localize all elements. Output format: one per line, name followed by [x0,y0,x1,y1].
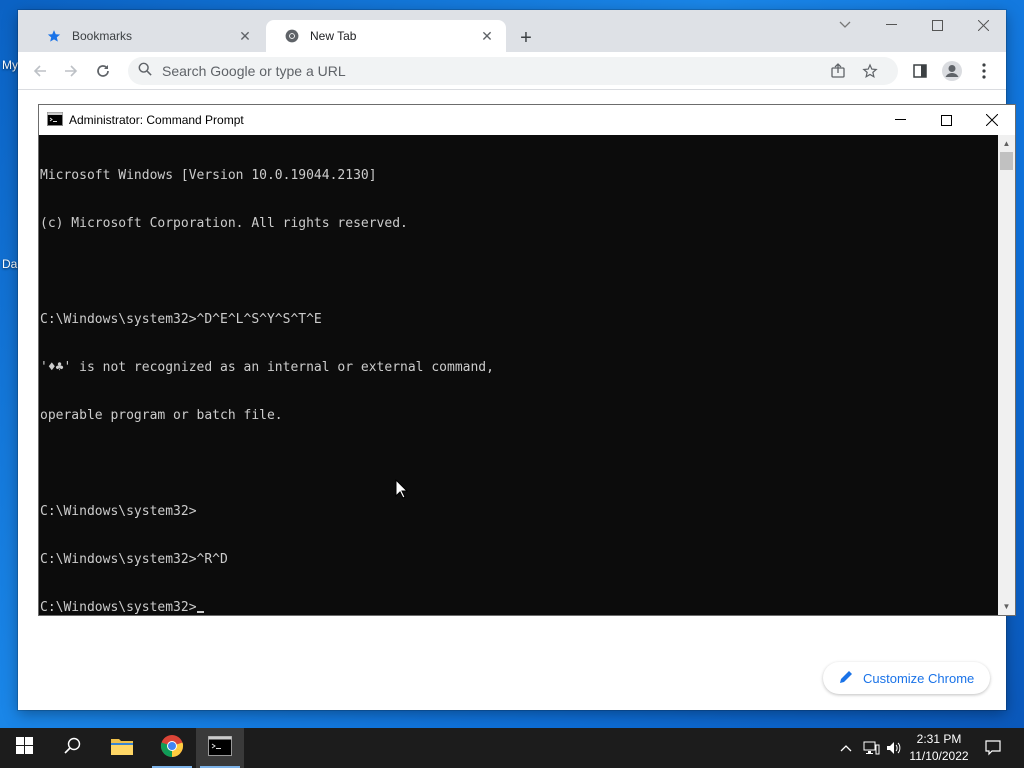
command-prompt-window: Administrator: Command Prompt Microsoft … [38,104,1016,616]
minimize-button[interactable] [868,10,914,40]
cmd-window-controls [877,105,1015,135]
browser-toolbar: Search Google or type a URL [18,52,1006,90]
pencil-icon [839,670,853,687]
share-icon[interactable] [828,61,848,81]
clock-time: 2:31 PM [916,732,962,746]
taskbar: 2:31 PM 11/10/2022 [0,728,1024,768]
new-tab-button[interactable]: + [514,26,538,50]
notifications-icon[interactable] [978,728,1008,768]
console-line: (c) Microsoft Corporation. All rights re… [40,216,408,231]
show-hidden-icons-button[interactable] [836,728,856,768]
tab-bookmarks[interactable]: Bookmarks ✕ [28,20,264,52]
desktop-icon-label[interactable]: Da [2,257,17,271]
tab-title: Bookmarks [72,29,133,43]
command-prompt-icon [47,111,63,129]
console-line: Microsoft Windows [Version 10.0.19044.21… [40,168,377,183]
console-prompt: C:\Windows\system32> [40,600,197,615]
bookmark-star-icon[interactable] [860,61,880,81]
tab-search-icon[interactable] [822,10,868,40]
file-explorer-icon [110,736,134,761]
cmd-titlebar[interactable]: Administrator: Command Prompt [39,105,1015,135]
taskbar-command-prompt[interactable] [196,728,244,768]
chrome-icon [160,734,184,763]
start-button[interactable] [0,728,48,768]
taskbar-clock[interactable]: 2:31 PM 11/10/2022 [904,731,974,765]
scrollbar-thumb[interactable] [1000,152,1013,170]
network-icon[interactable] [860,728,882,768]
star-icon [46,28,62,44]
scroll-down-icon[interactable]: ▼ [998,598,1015,615]
desktop-icon-label[interactable]: My [2,58,18,72]
maximize-button[interactable] [923,105,969,135]
console-line: C:\Windows\system32>^D^E^L^S^Y^S^T^E [40,312,322,327]
console-prompt-line[interactable]: C:\Windows\system32> [40,600,999,615]
taskbar-chrome[interactable] [148,728,196,768]
window-controls [822,10,1006,40]
forward-icon[interactable] [59,59,83,83]
tab-strip: Bookmarks ✕ New Tab ✕ + [18,10,1006,52]
maximize-button[interactable] [914,10,960,40]
vertical-scrollbar[interactable]: ▲ ▼ [998,135,1015,615]
customize-chrome-button[interactable]: Customize Chrome [823,662,990,694]
clock-date: 11/10/2022 [909,749,969,763]
windows-logo-icon [15,737,33,759]
search-icon [138,62,152,81]
search-icon [63,737,81,759]
taskbar-search-button[interactable] [48,728,96,768]
tab-new-tab[interactable]: New Tab ✕ [266,20,506,52]
console-line: operable program or batch file. [40,408,283,423]
console-line: C:\Windows\system32>^R^D [40,552,228,567]
close-button[interactable] [969,105,1015,135]
console-line: '♦♣' is not recognized as an internal or… [40,360,494,375]
side-panel-icon[interactable] [908,59,932,83]
close-tab-icon[interactable]: ✕ [478,27,496,45]
command-prompt-icon [208,735,232,761]
scroll-up-icon[interactable]: ▲ [998,135,1015,152]
more-menu-icon[interactable] [972,59,996,83]
profile-avatar-icon[interactable] [940,59,964,83]
customize-chrome-label: Customize Chrome [863,670,975,686]
omnibox[interactable]: Search Google or type a URL [128,57,898,85]
tab-title: New Tab [310,29,357,43]
console-output[interactable]: Microsoft Windows [Version 10.0.19044.21… [39,135,999,615]
close-button[interactable] [960,10,1006,40]
chrome-icon [284,28,300,44]
text-cursor [196,611,204,613]
back-icon[interactable] [28,59,52,83]
console-line: C:\Windows\system32> [40,504,197,519]
omnibox-placeholder: Search Google or type a URL [162,63,346,79]
volume-icon[interactable] [884,728,904,768]
close-tab-icon[interactable]: ✕ [236,27,254,45]
mouse-pointer-icon [395,478,409,504]
taskbar-file-explorer[interactable] [98,728,146,768]
reload-icon[interactable] [91,59,115,83]
minimize-button[interactable] [877,105,923,135]
cmd-title: Administrator: Command Prompt [69,113,244,127]
